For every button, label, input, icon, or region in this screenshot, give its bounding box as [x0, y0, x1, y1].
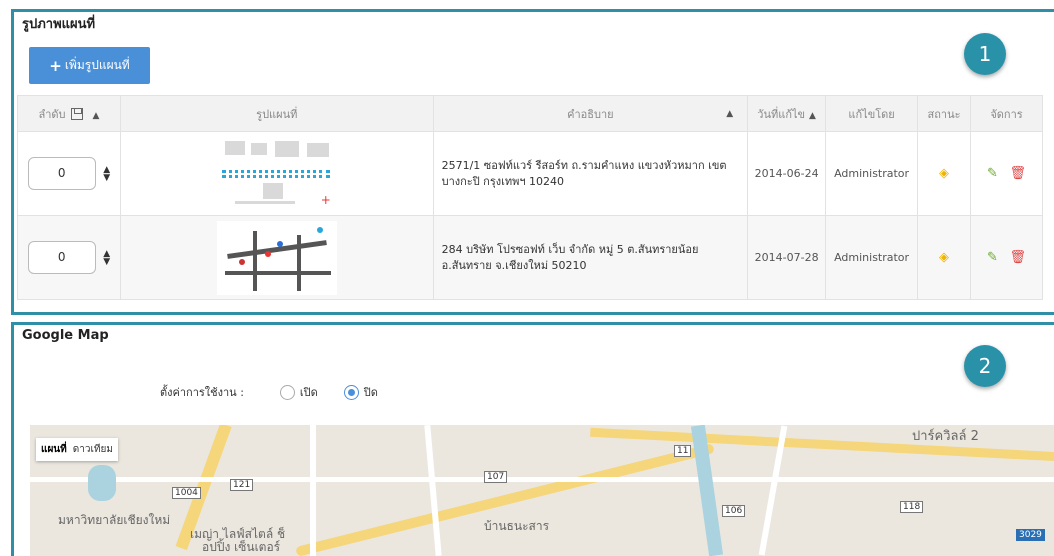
step-badge-2: 2 — [964, 345, 1006, 387]
col-manage: จัดการ — [970, 95, 1043, 132]
step-badge-1: 1 — [964, 33, 1006, 75]
order-input[interactable]: 0 — [27, 157, 96, 190]
map-label: มหาวิทยาลัยเชียงใหม่ — [58, 513, 171, 527]
order-stepper[interactable]: ▲ ▼ — [103, 249, 110, 266]
description-cell: 284 บริษัท โปรซอฟท์ เว็บ จำกัด หมู่ 5 ต.… — [432, 215, 749, 300]
delete-trash-icon[interactable]: 🗑 — [1009, 166, 1026, 181]
edit-pencil-icon[interactable]: ✎ — [987, 250, 998, 265]
plus-icon: + — [49, 56, 62, 75]
modified-date: 2014-07-28 — [747, 215, 827, 300]
map-setting-label: ตั้งค่าการใช้งาน : — [160, 386, 244, 399]
order-stepper[interactable]: ▲ ▼ — [103, 165, 110, 182]
map-thumbnail[interactable] — [216, 220, 337, 295]
hidden-eye-icon[interactable]: ◈ — [939, 166, 949, 181]
description-cell: 2571/1 ซอฟท์แวร์ รีสอร์ท ถ.รามคำแหง แขวง… — [432, 131, 749, 216]
modified-date: 2014-06-24 — [747, 131, 827, 216]
map-setting-row: ตั้งค่าการใช้งาน : เปิด ปิด — [160, 383, 378, 401]
map-thumbnail[interactable]: + — [216, 136, 337, 211]
route-shield: 118 — [900, 501, 924, 513]
col-status: สถานะ — [917, 95, 972, 132]
add-map-image-label: เพิ่มรูปแผนที่ — [64, 58, 130, 72]
col-image: รูปแผนที่ — [119, 95, 434, 132]
map-label: บ้านธนะสาร — [484, 519, 550, 533]
route-shield: 3029 — [1016, 529, 1045, 541]
map-label: ปาร์ควิลล์ 2 — [912, 429, 979, 444]
map-images-title: รูปภาพแผนที่ — [22, 17, 96, 32]
add-map-image-button[interactable]: + เพิ่มรูปแผนที่ — [29, 47, 150, 84]
hidden-eye-icon[interactable]: ◈ — [939, 250, 949, 265]
route-shield: 121 — [230, 479, 254, 491]
col-modified[interactable]: วันที่แก้ไข ▲ — [747, 95, 827, 132]
map-type-toggle: แผนที่ ดาวเทียม — [36, 438, 118, 461]
route-shield: 1004 — [172, 487, 201, 499]
save-order-icon[interactable] — [71, 107, 84, 120]
map-images-table: ลำดับ ▲ รูปแผนที่ คำอธิบาย ▲ วันที่แก้ไข… — [17, 95, 1043, 300]
edit-pencil-icon[interactable]: ✎ — [987, 166, 998, 181]
table-row: 0 ▲ ▼ 284 บริษัท โปรซอฟท์ เว็บ จำกัด หมู่… — [17, 215, 1043, 300]
modified-by: Administrator — [825, 131, 919, 216]
col-order[interactable]: ลำดับ ▲ — [17, 95, 121, 132]
sort-asc-icon: ▲ — [809, 110, 816, 121]
route-shield: 106 — [722, 505, 746, 517]
google-map-title: Google Map — [22, 328, 109, 343]
google-map-view[interactable]: ปาร์ควิลล์ 2 มหาวิทยาลัยเชียงใหม่ เมญ่า … — [30, 425, 1054, 556]
radio-on-label: เปิด — [299, 386, 318, 399]
sort-asc-icon: ▲ — [726, 109, 734, 119]
delete-trash-icon[interactable]: 🗑 — [1009, 250, 1026, 265]
route-shield: 11 — [674, 445, 692, 457]
table-row: 0 ▲ ▼ + 2571/1 ซอฟท์แวร์ รีสอร์ท ถ.รามคำแ… — [17, 131, 1043, 216]
radio-on[interactable] — [279, 384, 295, 400]
col-description[interactable]: คำอธิบาย ▲ — [432, 95, 749, 132]
radio-off[interactable] — [343, 384, 359, 400]
map-type-satellite[interactable]: ดาวเทียม — [73, 442, 113, 457]
map-type-map[interactable]: แผนที่ — [41, 442, 67, 457]
route-shield: 107 — [484, 471, 508, 483]
radio-off-label: ปิด — [363, 386, 378, 399]
sort-asc-icon: ▲ — [92, 110, 100, 121]
order-input[interactable]: 0 — [27, 241, 96, 274]
col-modified-by: แก้ไขโดย — [825, 95, 919, 132]
map-label: อปปิ้ง เซ็นเตอร์ — [202, 540, 281, 554]
modified-by: Administrator — [825, 215, 919, 300]
